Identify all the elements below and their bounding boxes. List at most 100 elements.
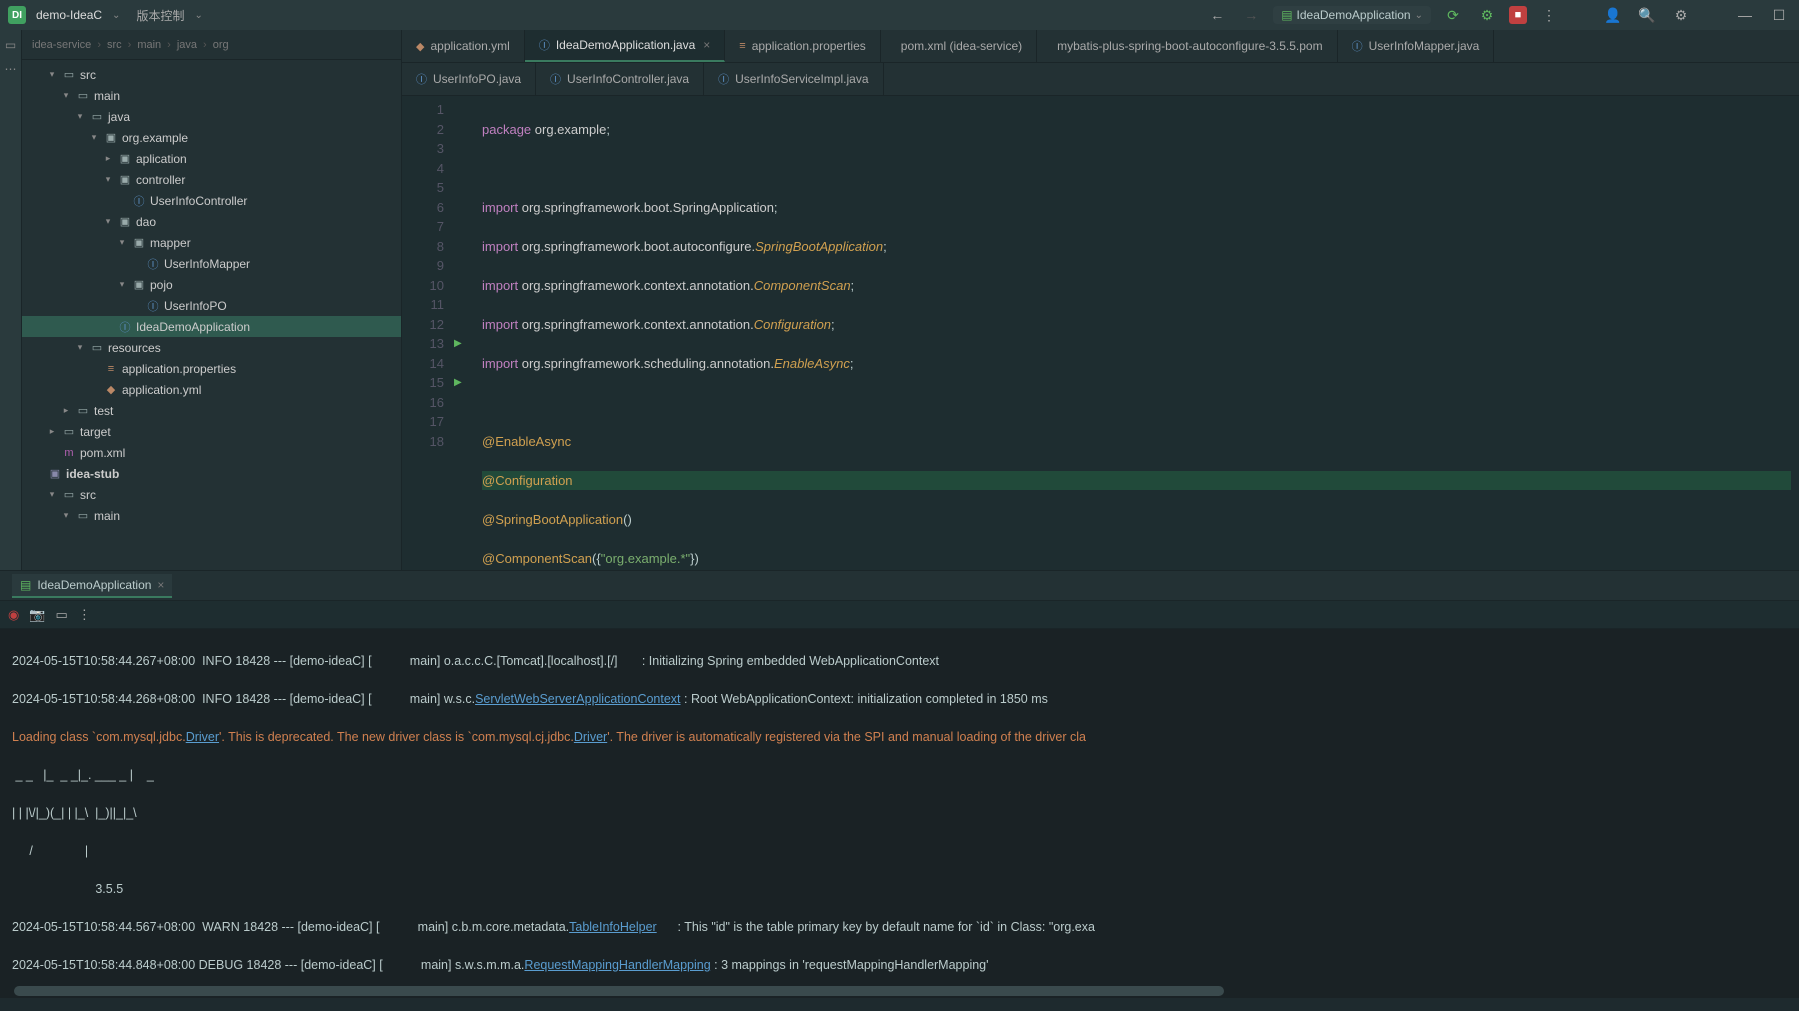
tree-label: src xyxy=(80,488,96,502)
ellipsis-icon[interactable]: ⋯ xyxy=(5,62,17,76)
project-tree[interactable]: ▾▭src▾▭main▾▭java▾▣org.example▸▣aplicati… xyxy=(22,60,401,530)
more-icon[interactable]: ⋮ xyxy=(78,607,91,623)
tree-label: java xyxy=(108,110,130,124)
tree-item[interactable]: ⒾIdeaDemoApplication xyxy=(22,316,401,337)
editor-tab[interactable]: ⒾIdeaDemoApplication.java× xyxy=(525,30,725,62)
editor-tab[interactable]: pom.xml (idea-service) xyxy=(881,30,1037,62)
tree-item[interactable]: ▾▭java xyxy=(22,106,401,127)
tab-label: pom.xml (idea-service) xyxy=(901,39,1022,53)
tree-twisty[interactable]: ▸ xyxy=(46,426,58,437)
tree-item[interactable]: ▾▭src xyxy=(22,64,401,85)
close-icon[interactable]: × xyxy=(157,578,164,592)
tree-twisty[interactable]: ▾ xyxy=(60,510,72,521)
tree-twisty[interactable]: ▾ xyxy=(88,132,100,143)
breadcrumb[interactable]: idea-service› src› main› java› org xyxy=(22,30,401,60)
tree-item[interactable]: ⒾUserInfoMapper xyxy=(22,253,401,274)
mod-icon: ▣ xyxy=(48,467,62,480)
console-output[interactable]: 2024-05-15T10:58:44.267+08:00 INFO 18428… xyxy=(0,629,1799,984)
tree-label: controller xyxy=(136,173,185,187)
tree-item[interactable]: ▾▣pojo xyxy=(22,274,401,295)
tree-item[interactable]: ▾▭src xyxy=(22,484,401,505)
tree-twisty[interactable]: ▾ xyxy=(102,216,114,227)
tree-item[interactable]: ▸▣aplication xyxy=(22,148,401,169)
tree-item[interactable]: ▸▭test xyxy=(22,400,401,421)
tree-twisty[interactable]: ▸ xyxy=(102,153,114,164)
tab-label: application.properties xyxy=(752,39,866,53)
more-icon[interactable]: ⋮ xyxy=(1537,3,1561,27)
tree-item[interactable]: ▾▣mapper xyxy=(22,232,401,253)
editor-tab[interactable]: ◆application.yml xyxy=(402,30,525,62)
tree-item[interactable]: ◆application.yml xyxy=(22,379,401,400)
breadcrumb-item[interactable]: src xyxy=(107,39,122,51)
tree-item[interactable]: ▾▭resources xyxy=(22,337,401,358)
tree-twisty[interactable]: ▾ xyxy=(116,237,128,248)
editor-tab[interactable]: mybatis-plus-spring-boot-autoconfigure-3… xyxy=(1037,30,1337,62)
code-editor[interactable]: package org.example; import org.springfr… xyxy=(474,96,1799,570)
project-name[interactable]: demo-IdeaC xyxy=(36,8,102,22)
tree-item[interactable]: ▾▭main xyxy=(22,505,401,526)
tree-item[interactable]: ⒾUserInfoPO xyxy=(22,295,401,316)
line-numbers: 123456789101112131415161718 xyxy=(402,96,454,570)
tree-item[interactable]: ⒾUserInfoController xyxy=(22,190,401,211)
horizontal-scrollbar[interactable] xyxy=(0,984,1799,998)
nav-back-icon[interactable]: ← xyxy=(1205,3,1229,27)
vcs-menu[interactable]: 版本控制 xyxy=(136,7,184,24)
tree-item[interactable]: ▾▭main xyxy=(22,85,401,106)
tree-twisty[interactable]: ▾ xyxy=(46,489,58,500)
tree-twisty[interactable]: ▾ xyxy=(74,111,86,122)
editor-tab[interactable]: ⒾUserInfoServiceImpl.java xyxy=(704,63,883,95)
tree-twisty[interactable]: ▾ xyxy=(60,90,72,101)
run-gutter[interactable]: ▶ ▶ xyxy=(454,96,474,570)
editor-tab[interactable]: ≡application.properties xyxy=(725,30,881,62)
screenshot-icon[interactable]: 📷 xyxy=(29,607,45,623)
tree-label: UserInfoPO xyxy=(164,299,227,313)
run-tab[interactable]: ▤ IdeaDemoApplication × xyxy=(12,574,172,598)
tree-item[interactable]: ▣idea-stub xyxy=(22,463,401,484)
tree-item[interactable]: ▾▣dao xyxy=(22,211,401,232)
search-icon[interactable]: 🔍 xyxy=(1635,3,1659,27)
tree-label: src xyxy=(80,68,96,82)
layout-icon[interactable]: ▭ xyxy=(56,607,68,623)
tab-label: IdeaDemoApplication.java xyxy=(556,38,695,52)
tree-twisty[interactable]: ▾ xyxy=(116,279,128,290)
project-icon: DI xyxy=(8,6,26,24)
breadcrumb-item[interactable]: org xyxy=(213,39,229,51)
scroll-thumb[interactable] xyxy=(14,986,1224,996)
stop-process-icon[interactable]: ◉ xyxy=(8,607,19,623)
maximize-icon[interactable]: ☐ xyxy=(1767,3,1791,27)
folder-icon: ▭ xyxy=(76,89,90,102)
settings-icon[interactable]: ⚙ xyxy=(1669,3,1693,27)
tree-twisty[interactable]: ▸ xyxy=(60,405,72,416)
breadcrumb-item[interactable]: idea-service xyxy=(32,39,91,51)
minimize-icon[interactable]: — xyxy=(1733,3,1757,27)
editor-tab[interactable]: ⒾUserInfoMapper.java xyxy=(1338,30,1495,62)
tree-item[interactable]: ▾▣controller xyxy=(22,169,401,190)
editor-tabs-row2: ⒾUserInfoPO.javaⒾUserInfoController.java… xyxy=(402,63,1799,96)
project-tool-icon[interactable]: ▭ xyxy=(5,38,16,52)
editor-tab[interactable]: ⒾUserInfoController.java xyxy=(536,63,704,95)
tree-item[interactable]: ▸▭target xyxy=(22,421,401,442)
tree-item[interactable]: ≡application.properties xyxy=(22,358,401,379)
tree-label: UserInfoMapper xyxy=(164,257,250,271)
user-icon[interactable]: 👤 xyxy=(1601,3,1625,27)
pkg-icon: ▣ xyxy=(132,278,146,291)
nav-forward-icon[interactable]: → xyxy=(1239,3,1263,27)
editor-tab[interactable]: ⒾUserInfoPO.java xyxy=(402,63,536,95)
tree-item[interactable]: mpom.xml xyxy=(22,442,401,463)
tree-label: aplication xyxy=(136,152,187,166)
breadcrumb-item[interactable]: main xyxy=(137,39,161,51)
chevron-down-icon[interactable]: ⌄ xyxy=(112,10,120,21)
debug-button[interactable]: ⚙ xyxy=(1475,3,1499,27)
close-icon[interactable]: × xyxy=(703,38,710,52)
run-config-selector[interactable]: ▤ IdeaDemoApplication ⌄ xyxy=(1273,6,1431,24)
stop-button[interactable]: ■ xyxy=(1509,6,1527,24)
tree-item[interactable]: ▾▣org.example xyxy=(22,127,401,148)
tree-twisty[interactable]: ▾ xyxy=(74,342,86,353)
tree-twisty[interactable]: ▾ xyxy=(46,69,58,80)
tree-twisty[interactable]: ▾ xyxy=(102,174,114,185)
xml-icon: m xyxy=(62,447,76,459)
chevron-down-icon: ⌄ xyxy=(1415,10,1423,21)
run-button[interactable]: ⟳ xyxy=(1441,3,1465,27)
breadcrumb-item[interactable]: java xyxy=(177,39,197,51)
chevron-down-icon[interactable]: ⌄ xyxy=(194,10,202,21)
